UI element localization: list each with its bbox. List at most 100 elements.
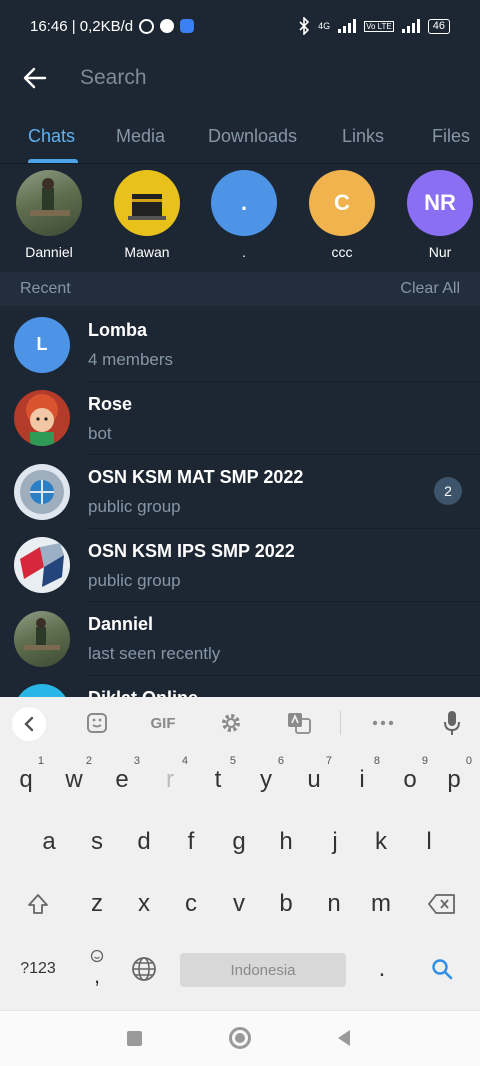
translate-button[interactable]: [286, 709, 312, 737]
tab-media[interactable]: Media: [116, 126, 165, 147]
top-person-ccc[interactable]: C ccc: [302, 170, 382, 260]
top-person-name: Mawan: [124, 244, 170, 260]
globe-icon: [132, 957, 156, 981]
key-e[interactable]: e3: [100, 755, 144, 805]
clear-all-button[interactable]: Clear All: [400, 280, 460, 298]
status-time: 16:46 | 0,2KB/d: [30, 17, 134, 35]
network-type: 4G: [318, 21, 331, 31]
more-options-button[interactable]: [370, 709, 396, 737]
chat-subtitle: public group: [88, 570, 181, 590]
key-p[interactable]: p0: [432, 755, 476, 805]
status-bar: 16:46 | 0,2KB/d 4G Vo LTE 46: [0, 0, 480, 52]
keyboard-settings-button[interactable]: [218, 709, 244, 737]
tab-downloads[interactable]: Downloads: [208, 126, 297, 147]
key-r[interactable]: r4: [148, 755, 192, 805]
search-input[interactable]: [80, 66, 380, 90]
translate-icon: [288, 713, 311, 734]
top-person-name: .: [242, 244, 246, 260]
back-nav-button[interactable]: [336, 1029, 352, 1052]
chat-name: Rose: [88, 393, 133, 414]
chat-name: OSN KSM MAT SMP 2022: [88, 467, 304, 487]
key-z[interactable]: z: [75, 879, 119, 929]
toolbar-divider: [340, 711, 341, 735]
emoji-icon: [90, 949, 104, 963]
list-item[interactable]: Rose bot: [0, 382, 480, 455]
list-item[interactable]: Danniel last seen recently: [0, 602, 480, 676]
key-m[interactable]: m: [359, 879, 403, 929]
chevron-left-icon: [24, 716, 34, 732]
top-person-nur[interactable]: NR Nur: [400, 170, 480, 260]
list-item[interactable]: OSN KSM IPS SMP 2022 public group: [0, 529, 480, 602]
key-l[interactable]: l: [407, 817, 451, 867]
emoji-comma-key[interactable]: ,: [75, 949, 119, 989]
search-tabs: Chats Media Downloads Links Files: [0, 110, 480, 164]
chat-subtitle: last seen recently: [88, 644, 221, 663]
voice-input-button[interactable]: [440, 709, 464, 737]
keyboard: GIF q1 w2 e3 r4 t5 y6 u7 i8 o9 p0 a s d …: [0, 697, 480, 1010]
key-o[interactable]: o9: [388, 755, 432, 805]
battery-icon: 46: [427, 18, 450, 34]
gif-button[interactable]: GIF: [146, 709, 180, 737]
recent-title: Recent: [20, 280, 71, 297]
collapse-toolbar-button[interactable]: [12, 707, 46, 741]
key-u[interactable]: u7: [292, 755, 336, 805]
chat-subtitle: bot: [88, 423, 112, 443]
key-n[interactable]: n: [312, 879, 356, 929]
keyboard-row-1: q1 w2 e3 r4 t5 y6 u7 i8 o9 p0: [0, 755, 480, 815]
search-icon: [432, 959, 453, 980]
list-item[interactable]: L Lomba 4 members: [0, 308, 480, 382]
sticker-button[interactable]: [84, 709, 110, 737]
key-i[interactable]: i8: [340, 755, 384, 805]
key-v[interactable]: v: [217, 879, 261, 929]
triangle-back-icon: [338, 1030, 350, 1046]
key-t[interactable]: t5: [196, 755, 240, 805]
symbols-key[interactable]: ?123: [12, 949, 64, 989]
period-key[interactable]: .: [360, 949, 404, 989]
recents-button[interactable]: [127, 1031, 142, 1046]
avatar: L: [14, 316, 70, 373]
backspace-key[interactable]: [420, 879, 464, 929]
signal-icon-2: [401, 19, 420, 33]
system-nav-bar: [0, 1010, 480, 1066]
key-c[interactable]: c: [169, 879, 213, 929]
key-g[interactable]: g: [217, 817, 261, 867]
back-button[interactable]: [0, 67, 70, 89]
language-key[interactable]: [122, 949, 166, 989]
top-person-danniel[interactable]: Danniel: [9, 170, 89, 260]
key-w[interactable]: w2: [52, 755, 96, 805]
more-dots-icon: [372, 720, 394, 726]
key-k[interactable]: k: [359, 817, 403, 867]
avatar: [14, 684, 70, 698]
list-item[interactable]: OSN KSM MAT SMP 2022 public group 2: [0, 455, 480, 529]
top-person-dot[interactable]: . .: [204, 170, 284, 260]
key-s[interactable]: s: [75, 817, 119, 867]
key-x[interactable]: x: [122, 879, 166, 929]
shift-arrow-icon: [28, 894, 48, 914]
top-people-row: Danniel Mawan . . C ccc NR Nur: [0, 170, 480, 266]
avatar: [16, 170, 82, 236]
tab-links[interactable]: Links: [342, 126, 384, 147]
chat-name: Lomba: [88, 320, 148, 340]
tab-files[interactable]: Files: [432, 126, 470, 147]
tab-chats[interactable]: Chats: [28, 126, 75, 147]
alarm-icon: [139, 18, 155, 34]
list-item[interactable]: Diklat Online: [0, 676, 480, 698]
key-a[interactable]: a: [27, 817, 71, 867]
key-f[interactable]: f: [169, 817, 213, 867]
chat-subtitle: public group: [88, 497, 181, 516]
key-b[interactable]: b: [264, 879, 308, 929]
key-h[interactable]: h: [264, 817, 308, 867]
search-key[interactable]: [420, 949, 464, 989]
recent-header: Recent Clear All: [0, 272, 480, 306]
top-person-mawan[interactable]: Mawan: [107, 170, 187, 260]
back-arrow-icon: [23, 67, 47, 89]
space-key[interactable]: Indonesia: [180, 953, 346, 987]
backspace-icon: [428, 894, 455, 914]
key-j[interactable]: j: [313, 817, 357, 867]
key-q[interactable]: q1: [4, 755, 48, 805]
key-d[interactable]: d: [122, 817, 166, 867]
shift-key[interactable]: [16, 879, 60, 929]
microphone-icon: [444, 711, 460, 735]
home-button[interactable]: [229, 1027, 251, 1049]
key-y[interactable]: y6: [244, 755, 288, 805]
